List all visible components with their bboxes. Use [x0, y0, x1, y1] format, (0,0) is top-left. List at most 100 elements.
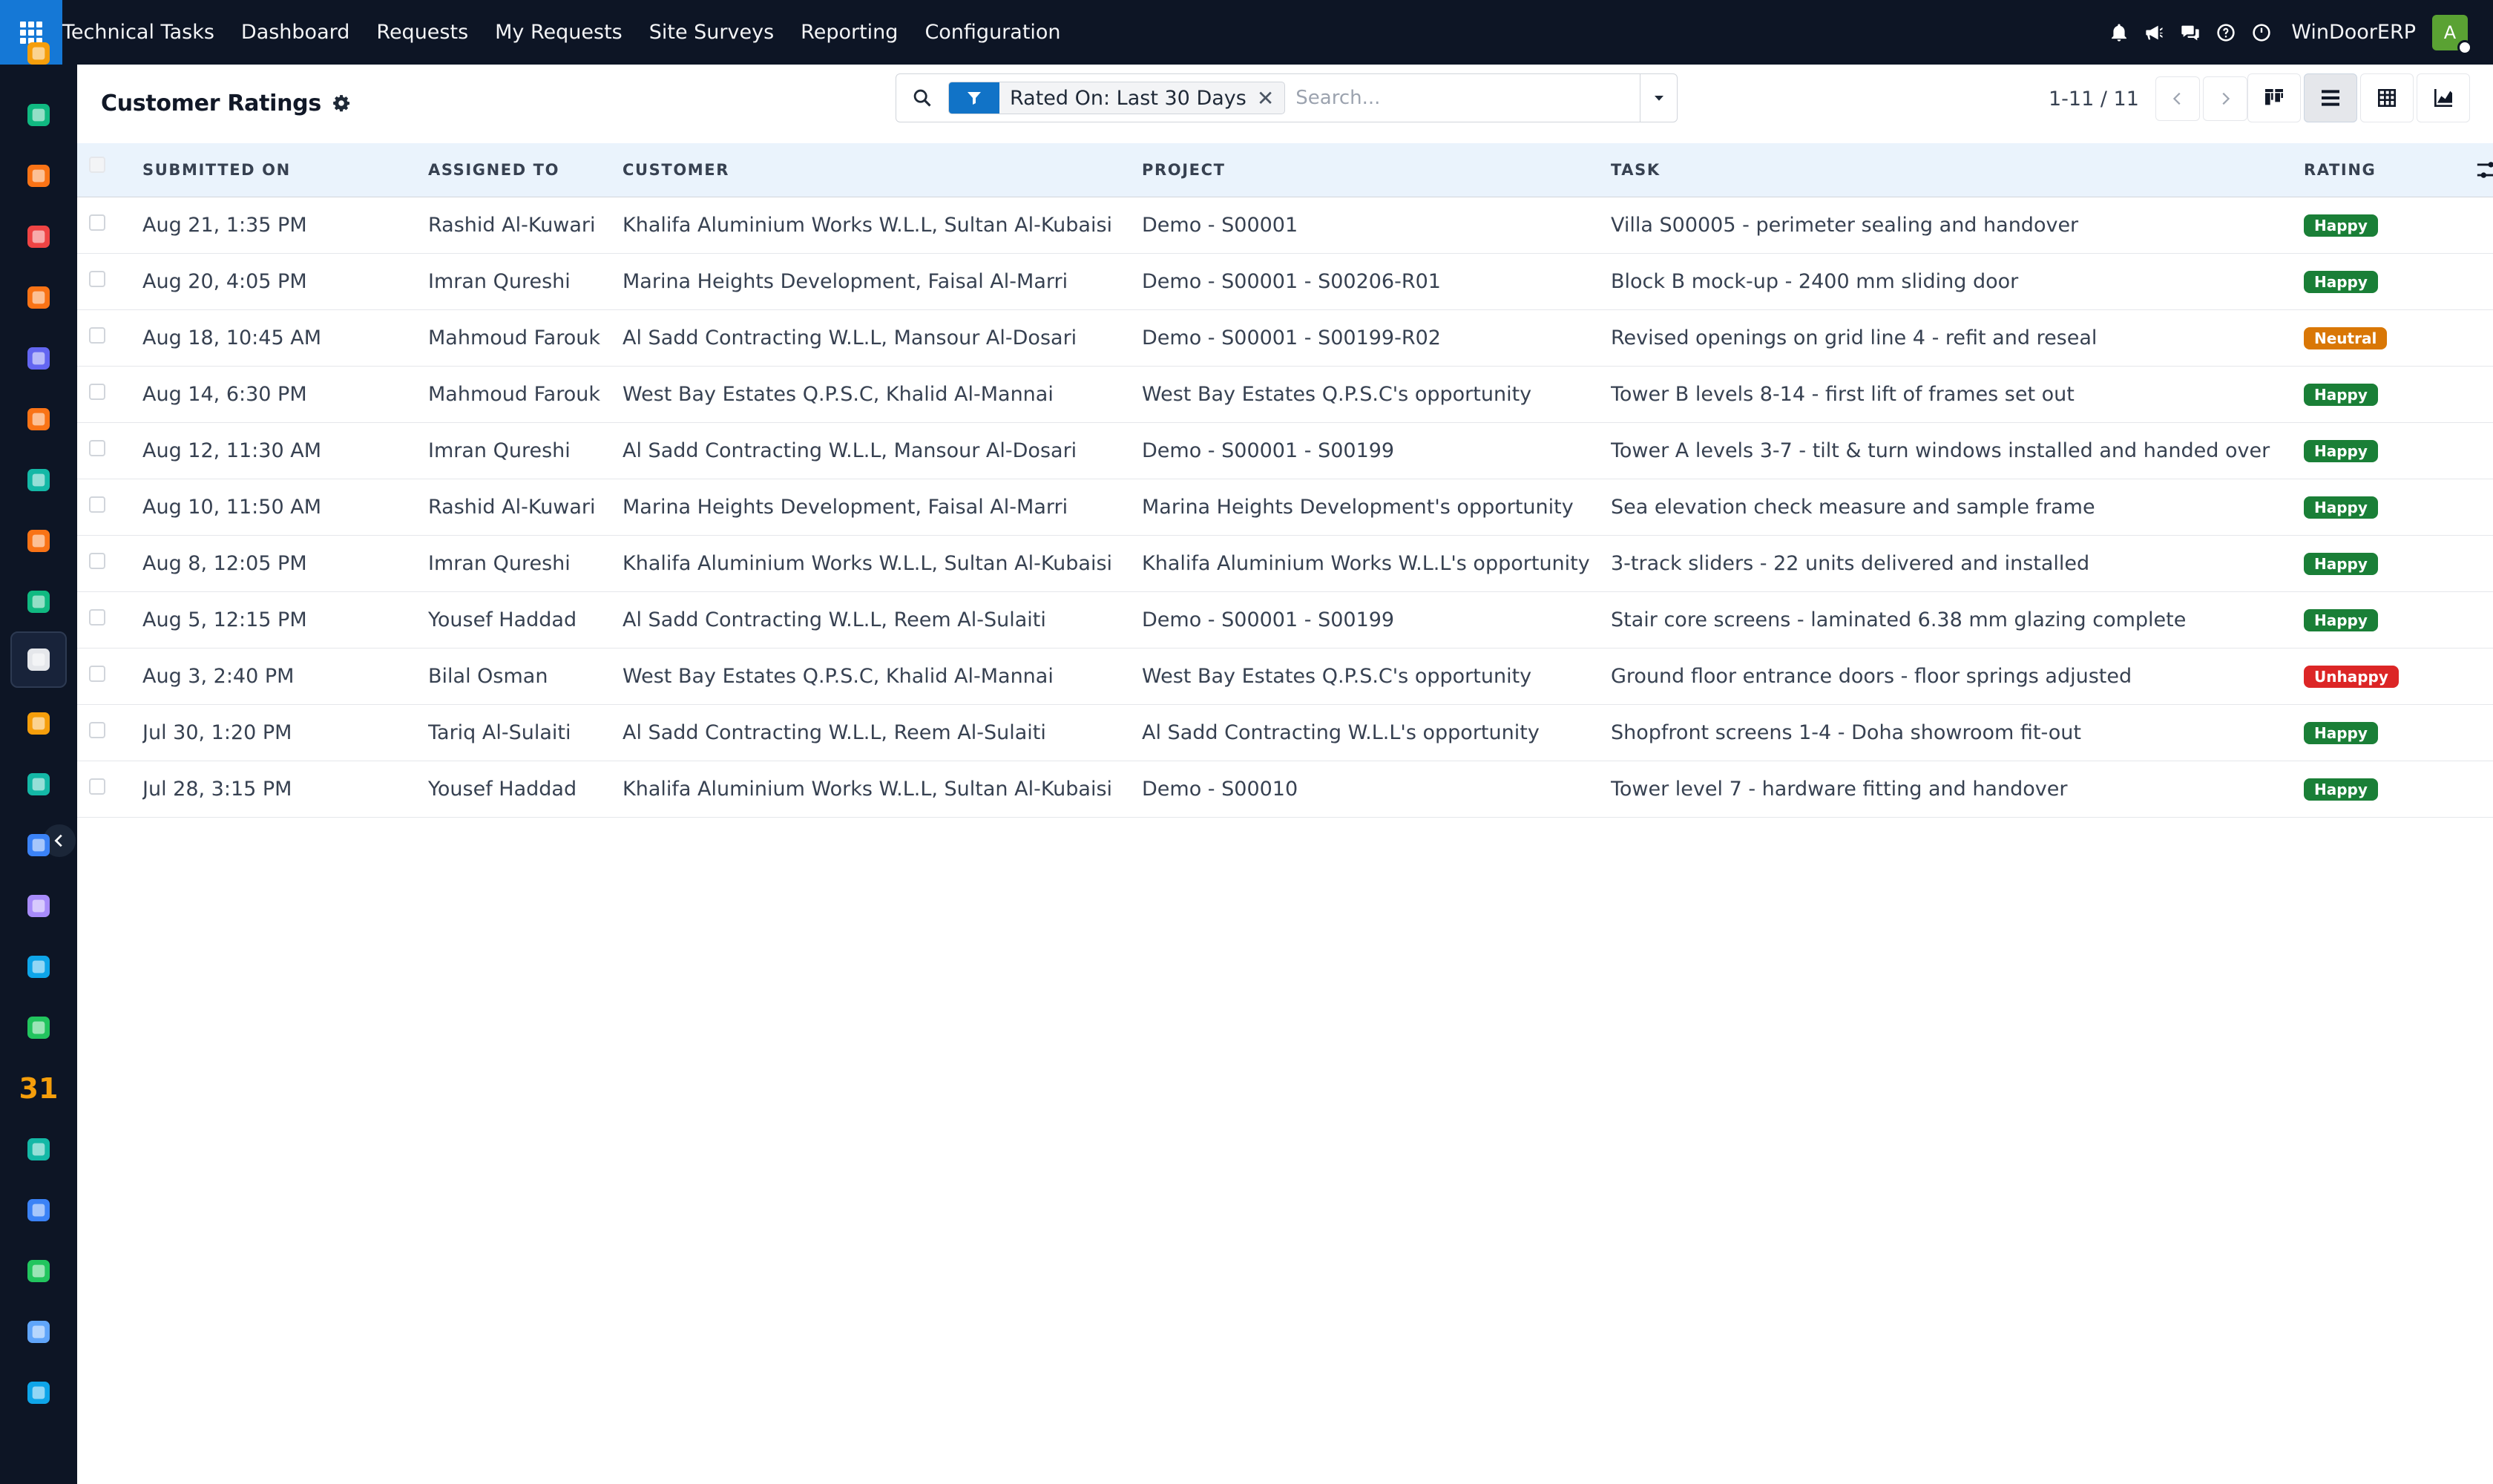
- app-documents-icon[interactable]: [16, 945, 61, 989]
- column-header-customer[interactable]: CUSTOMER: [623, 143, 1142, 197]
- select-all-cell[interactable]: [77, 143, 142, 197]
- megaphone-icon[interactable]: [2137, 0, 2172, 65]
- row-checkbox[interactable]: [89, 666, 105, 682]
- column-header-assigned-to[interactable]: ASSIGNED TO: [428, 143, 623, 197]
- search-icon[interactable]: [896, 74, 948, 122]
- list-view-button[interactable]: [2304, 73, 2357, 122]
- app-dashboards-icon[interactable]: [16, 1188, 61, 1232]
- bell-icon[interactable]: [2101, 0, 2137, 65]
- kanban-view-button[interactable]: [2247, 73, 2301, 122]
- row-checkbox[interactable]: [89, 496, 105, 513]
- app-planning-icon[interactable]: [16, 214, 61, 259]
- table-row[interactable]: Aug 8, 12:05 PM Imran Qureshi Khalifa Alum…: [77, 535, 2493, 591]
- app-studio-icon[interactable]: [16, 1370, 61, 1415]
- row-checkbox[interactable]: [89, 722, 105, 738]
- menu-requests[interactable]: Requests: [376, 21, 468, 44]
- app-technical-tasks-icon[interactable]: [10, 631, 67, 688]
- app-tasks-icon[interactable]: [16, 762, 61, 807]
- app-team-icon[interactable]: [16, 1005, 61, 1050]
- app-delivery-icon[interactable]: [16, 458, 61, 502]
- app-contacts-icon[interactable]: [16, 93, 61, 137]
- select-all-checkbox[interactable]: [89, 156, 105, 173]
- pager-next-button[interactable]: [2202, 76, 2247, 121]
- cell-project: Khalifa Aluminium Works W.L.L's opportun…: [1142, 551, 1590, 575]
- row-select-cell[interactable]: [77, 648, 142, 704]
- menu-my-requests[interactable]: My Requests: [495, 21, 623, 44]
- row-select-cell[interactable]: [77, 761, 142, 817]
- table-row[interactable]: Aug 14, 6:30 PM Mahmoud Farouk West Bay Es…: [77, 366, 2493, 422]
- column-header-rating[interactable]: RATING: [2304, 143, 2446, 197]
- column-header-submitted-on[interactable]: SUBMITTED ON: [142, 143, 428, 197]
- chat-icon[interactable]: [2172, 0, 2208, 65]
- search-options-toggle[interactable]: [1640, 74, 1677, 122]
- table-row[interactable]: Aug 5, 12:15 PM Yousef Haddad Al Sadd Cont…: [77, 591, 2493, 648]
- row-checkbox[interactable]: [89, 384, 105, 400]
- search-input[interactable]: [1295, 87, 1615, 109]
- cell-project: West Bay Estates Q.P.S.C's opportunity: [1142, 664, 1532, 688]
- breadcrumb: Customer Ratings: [101, 87, 351, 119]
- row-select-cell[interactable]: [77, 535, 142, 591]
- table-row[interactable]: Jul 28, 3:15 PM Yousef Haddad Khalifa Alum…: [77, 761, 2493, 817]
- filter-facet[interactable]: Rated On: Last 30 Days ✕: [948, 82, 1286, 114]
- help-icon[interactable]: [2208, 0, 2244, 65]
- app-mail-icon[interactable]: [16, 336, 61, 381]
- menu-dashboard[interactable]: Dashboard: [241, 21, 349, 44]
- table-row[interactable]: Aug 20, 4:05 PM Imran Qureshi Marina Heigh…: [77, 253, 2493, 309]
- cell-assigned-to: Yousef Haddad: [428, 608, 577, 631]
- app-discuss-icon[interactable]: [16, 31, 61, 76]
- row-checkbox[interactable]: [89, 271, 105, 287]
- app-reporting-icon[interactable]: [16, 154, 61, 198]
- row-select-cell[interactable]: [77, 591, 142, 648]
- gear-icon[interactable]: [332, 93, 351, 113]
- app-sign-icon[interactable]: [16, 1127, 61, 1172]
- row-select-cell[interactable]: [77, 704, 142, 761]
- menu-site-surveys[interactable]: Site Surveys: [649, 21, 774, 44]
- row-select-cell[interactable]: [77, 422, 142, 479]
- app-inventory-icon[interactable]: [16, 884, 61, 928]
- column-header-project[interactable]: PROJECT: [1142, 143, 1611, 197]
- table-row[interactable]: Jul 30, 1:20 PM Tariq Al-Sulaiti Al Sadd C…: [77, 704, 2493, 761]
- app-whatsapp-icon[interactable]: [16, 1249, 61, 1293]
- close-icon[interactable]: ✕: [1257, 86, 1284, 111]
- row-select-cell[interactable]: [77, 197, 142, 253]
- pager-value[interactable]: 1-11 / 11: [2049, 88, 2139, 111]
- row-select-cell[interactable]: [77, 479, 142, 535]
- table-row[interactable]: Aug 10, 11:50 AM Rashid Al-Kuwari Marina H…: [77, 479, 2493, 535]
- cell-assigned-to: Tariq Al-Sulaiti: [428, 720, 571, 744]
- app-notes-icon[interactable]: [16, 701, 61, 746]
- row-select-cell[interactable]: [77, 366, 142, 422]
- app-helpdesk-icon[interactable]: [16, 275, 61, 320]
- table-row[interactable]: Aug 12, 11:30 AM Imran Qureshi Al Sadd Con…: [77, 422, 2493, 479]
- row-checkbox[interactable]: [89, 778, 105, 795]
- graph-view-button[interactable]: [2417, 73, 2470, 122]
- menu-reporting[interactable]: Reporting: [801, 21, 898, 44]
- row-select-cell[interactable]: [77, 309, 142, 366]
- table-row[interactable]: Aug 3, 2:40 PM Bilal Osman West Bay Estate…: [77, 648, 2493, 704]
- app-employees-icon[interactable]: [16, 580, 61, 624]
- app-calendar-icon[interactable]: 31: [16, 1066, 61, 1111]
- optional-columns-toggle[interactable]: [2446, 143, 2493, 197]
- cell-assigned-to: Imran Qureshi: [428, 439, 571, 462]
- cell-project: Demo - S00001 - S00199-R02: [1142, 326, 1441, 349]
- row-checkbox[interactable]: [89, 214, 105, 231]
- row-checkbox[interactable]: [89, 327, 105, 344]
- row-checkbox[interactable]: [89, 609, 105, 626]
- column-header-task[interactable]: TASK: [1611, 143, 2304, 197]
- app-analytics-icon[interactable]: [16, 519, 61, 563]
- row-checkbox[interactable]: [89, 553, 105, 569]
- app-chat-icon[interactable]: [16, 397, 61, 441]
- row-checkbox[interactable]: [89, 440, 105, 456]
- pager-previous-button[interactable]: [2155, 76, 2200, 121]
- company-switcher[interactable]: WinDoorERP: [2291, 21, 2416, 44]
- clock-icon[interactable]: [2244, 0, 2279, 65]
- user-avatar[interactable]: A: [2432, 14, 2472, 55]
- pivot-view-button[interactable]: [2360, 73, 2414, 122]
- rating-badge: Happy: [2304, 496, 2378, 519]
- app-timesheets-icon[interactable]: [16, 1310, 61, 1354]
- menu-brand[interactable]: Technical Tasks: [62, 21, 214, 44]
- app-knowledge-icon[interactable]: [16, 823, 61, 867]
- menu-configuration[interactable]: Configuration: [924, 21, 1060, 44]
- table-row[interactable]: Aug 21, 1:35 PM Rashid Al-Kuwari Khalifa A…: [77, 197, 2493, 253]
- table-row[interactable]: Aug 18, 10:45 AM Mahmoud Farouk Al Sadd Co…: [77, 309, 2493, 366]
- row-select-cell[interactable]: [77, 253, 142, 309]
